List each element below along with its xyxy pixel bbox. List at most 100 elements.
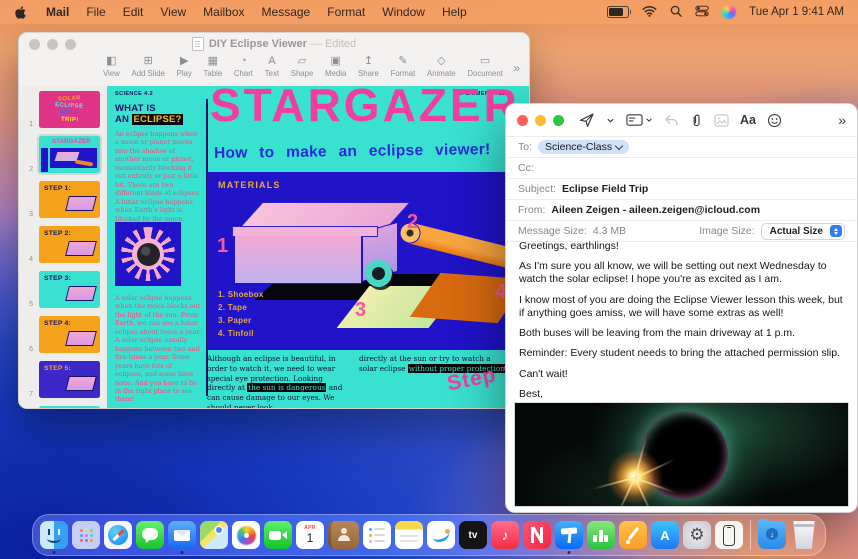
dock-settings-icon[interactable]: ⚙ (683, 521, 711, 549)
to-field[interactable]: To: Science-Class (506, 137, 857, 158)
thumbnail-label: STEP 5: (44, 365, 71, 372)
subject-field[interactable]: Subject: Eclipse Field Trip (506, 179, 857, 200)
send-options-chevron-icon[interactable] (606, 116, 615, 125)
toolbar-format-button[interactable]: ✎Format (391, 55, 416, 78)
dock-facetime-icon[interactable] (264, 521, 292, 549)
minimize-button[interactable] (535, 115, 546, 126)
menu-mail[interactable]: Mail (46, 5, 69, 19)
toolbar-play-button[interactable]: ▶Play (177, 55, 192, 78)
slide-number: 2 (19, 134, 37, 175)
image-size-select[interactable]: Actual Size (761, 223, 845, 240)
emoji-button[interactable] (767, 113, 782, 128)
close-button[interactable] (517, 115, 528, 126)
dock-keynote-icon[interactable] (555, 521, 583, 549)
dock-trash-icon[interactable] (790, 521, 818, 549)
cc-field[interactable]: Cc: (506, 158, 857, 179)
toolbar-media-button[interactable]: ▣Media (325, 55, 346, 78)
dock-appletv-icon[interactable]: tv (459, 521, 487, 549)
slide-thumbnail-3[interactable]: STEP 1: (37, 179, 102, 220)
dock-appstore-icon[interactable]: A (651, 521, 679, 549)
table-icon: ▦ (208, 55, 218, 68)
dock-photos-icon[interactable] (232, 521, 260, 549)
recipient-token[interactable]: Science-Class (538, 140, 629, 154)
dock-safari-icon[interactable] (104, 521, 132, 549)
menu-format[interactable]: Format (327, 5, 365, 19)
toolbar-text-button[interactable]: AText (265, 55, 279, 78)
dock-maps-icon[interactable] (200, 521, 228, 549)
slide-thumbnail-7[interactable]: STEP 5: (37, 359, 102, 400)
control-center-icon[interactable] (695, 5, 709, 20)
mail-toolbar[interactable]: Aa » (506, 104, 857, 137)
toolbar-animate-button[interactable]: ◇Animate (427, 55, 456, 78)
dock-iphone-icon[interactable] (715, 521, 743, 549)
apple-menu-icon[interactable] (14, 5, 28, 20)
dock-pages-icon[interactable] (619, 521, 647, 549)
insert-photo-button[interactable] (714, 114, 729, 127)
send-button[interactable] (579, 112, 595, 128)
thumbnail-art (65, 286, 97, 301)
mail-compose-window: Aa » To: Science-Class Cc: Subject: Ecli… (505, 103, 858, 513)
toolbar-overflow-chevron-icon[interactable]: » (838, 112, 846, 128)
zoom-button[interactable] (553, 115, 564, 126)
slide-thumbnail-6[interactable]: STEP 4: (37, 314, 102, 355)
dock-numbers-icon[interactable] (587, 521, 615, 549)
menu-message[interactable]: Message (262, 5, 311, 19)
toolbar-view-button[interactable]: ◧View (103, 55, 120, 78)
attach-button[interactable] (690, 113, 703, 128)
image-size-label: Image Size: (699, 225, 754, 237)
menu-clock[interactable]: Tue Apr 1 9:41 AM (749, 6, 844, 18)
toolbar-table-button[interactable]: ▦Table (204, 55, 223, 78)
header-fields-button[interactable] (626, 113, 653, 127)
reply-button[interactable] (664, 114, 679, 127)
menu-help[interactable]: Help (442, 5, 467, 19)
dock: APR1 tv♪ A⚙ (32, 514, 826, 556)
dock-freeform-icon[interactable] (427, 521, 455, 549)
dock-notes-icon[interactable] (395, 521, 423, 549)
thumbnail-title-line: ECLIPSE (55, 102, 84, 110)
message-body[interactable]: Greetings, earthlings!As I'm sure you al… (519, 240, 847, 398)
menu-view[interactable]: View (160, 5, 186, 19)
dock-music-icon[interactable]: ♪ (491, 521, 519, 549)
slide-subtitle: How to make an eclipse viewer! (214, 141, 491, 163)
dock-downloads-icon[interactable] (758, 521, 786, 549)
keynote-title-bar[interactable]: DIY Eclipse Viewer— Edited (19, 33, 529, 54)
toolbar-share-button[interactable]: ↥Share (358, 55, 379, 78)
close-button[interactable] (29, 39, 40, 50)
menu-edit[interactable]: Edit (123, 5, 144, 19)
toolbar-chart-button[interactable]: ◔Chart (234, 55, 253, 78)
battery-icon[interactable] (607, 6, 629, 18)
dock-messages-icon[interactable] (136, 521, 164, 549)
toolbar-document-button[interactable]: ▭Document (467, 55, 503, 78)
search-icon[interactable] (670, 5, 682, 20)
from-field[interactable]: From: Aileen Zeigen - aileen.zeigen@iclo… (506, 200, 857, 221)
thumbnail-label: STEP 1: (44, 185, 71, 192)
zoom-button[interactable] (65, 39, 76, 50)
slide-thumbnail-5[interactable]: STEP 3: (37, 269, 102, 310)
slide-thumbnail-2[interactable]: STARGAZER (37, 134, 102, 175)
wifi-icon[interactable] (642, 5, 657, 20)
dock-news-icon[interactable] (523, 521, 551, 549)
menu-mailbox[interactable]: Mailbox (203, 5, 244, 19)
siri-icon[interactable] (722, 5, 736, 19)
from-label: From: (518, 204, 545, 216)
eclipse-attachment-photo[interactable] (514, 402, 849, 507)
from-value: Aileen Zeigen - aileen.zeigen@icloud.com (551, 204, 760, 216)
menu-window[interactable]: Window (382, 5, 425, 19)
toolbar-overflow-chevron-icon[interactable]: » (513, 61, 520, 75)
slide-canvas[interactable]: SCIENCE 4.2 EXPERIMENT #11 WHAT IS AN EC… (107, 86, 529, 408)
dock-reminders-icon[interactable] (363, 521, 391, 549)
minimize-button[interactable] (47, 39, 58, 50)
dock-mail-icon[interactable] (168, 521, 196, 549)
dock-launchpad-icon[interactable] (72, 521, 100, 549)
toolbar-add-slide-button[interactable]: ⊞Add Slide (132, 55, 165, 78)
dock-calendar-icon[interactable]: APR1 (296, 521, 324, 549)
dock-contacts-icon[interactable] (328, 521, 359, 549)
slide-thumbnail-4[interactable]: STEP 2: (37, 224, 102, 265)
dock-finder-icon[interactable] (40, 521, 68, 549)
menu-file[interactable]: File (86, 5, 105, 19)
slide-thumbnail-8[interactable]: DID YOU KNOW (37, 404, 102, 408)
slide-thumbnail-row: 6STEP 4: (19, 314, 102, 355)
format-button[interactable]: Aa (740, 113, 756, 127)
toolbar-shape-button[interactable]: ▱Shape (291, 55, 314, 78)
slide-thumbnail-1[interactable]: SOLARECLIPSEFIELDTRIP! (37, 89, 102, 130)
